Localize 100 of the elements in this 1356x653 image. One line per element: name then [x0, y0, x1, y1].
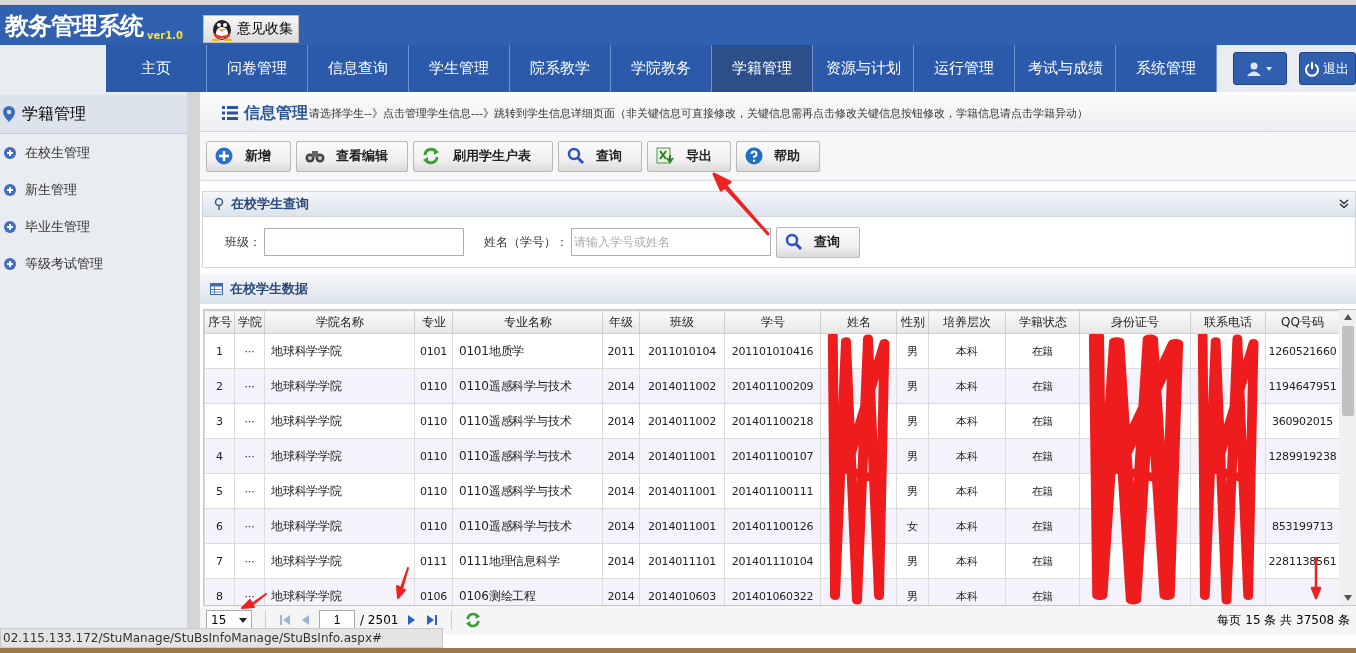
- table-cell: 在籍: [1005, 438, 1080, 474]
- table-cell: 在籍: [1005, 333, 1080, 369]
- toolbar-button[interactable]: 新增: [206, 140, 291, 172]
- table-cell: 男: [896, 403, 929, 439]
- table-cell: 3: [204, 403, 235, 439]
- table-cell: 0110遥感科学与技术: [452, 508, 603, 544]
- sidebar-title: 学籍管理: [22, 103, 86, 125]
- annotation-arrow: [396, 567, 409, 599]
- text-field[interactable]: 请输入学号或姓名: [571, 228, 771, 256]
- table-cell: 本科: [928, 508, 1006, 544]
- table-cell: 在籍: [1005, 508, 1080, 544]
- sidebar-item[interactable]: 毕业生管理: [0, 208, 187, 245]
- toolbar-button[interactable]: 帮助: [736, 140, 820, 172]
- scrollbar[interactable]: [1339, 310, 1356, 605]
- table-cell: 0110遥感科学与技术: [452, 473, 603, 509]
- column-header[interactable]: QQ号码: [1265, 310, 1339, 334]
- annotation-arrow: [712, 172, 770, 236]
- first-page-icon[interactable]: [279, 614, 291, 626]
- table-cell: ···: [234, 403, 265, 439]
- table-cell: 201401100218: [724, 403, 821, 439]
- table-cell: 2014011001: [639, 473, 725, 509]
- column-header[interactable]: 联系电话: [1190, 310, 1266, 334]
- table-cell: 本科: [928, 543, 1006, 579]
- feedback-button[interactable]: 意见收集: [202, 15, 299, 43]
- table-cell: 本科: [928, 438, 1006, 474]
- search-button[interactable]: 查询: [776, 226, 860, 258]
- column-header[interactable]: 学籍状态: [1005, 310, 1080, 334]
- plus-circle-icon: [4, 146, 16, 159]
- column-header[interactable]: 专业名称: [452, 310, 603, 334]
- table-cell: 在籍: [1005, 543, 1080, 579]
- table-cell: 201401100126: [724, 508, 821, 544]
- column-header[interactable]: 性别: [896, 310, 929, 334]
- column-header[interactable]: 年级: [602, 310, 640, 334]
- user-menu-button[interactable]: [1233, 52, 1287, 85]
- table-cell: 8: [204, 578, 235, 605]
- sidebar-item[interactable]: 等级考试管理: [0, 245, 187, 282]
- table-cell: ···: [234, 473, 265, 509]
- table-cell: 本科: [928, 578, 1006, 605]
- table-cell: 地球科学学院: [264, 368, 415, 404]
- table-cell: 在籍: [1005, 403, 1080, 439]
- table-cell: 2014011101: [639, 543, 725, 579]
- table-cell: 在籍: [1005, 473, 1080, 509]
- toolbar-button[interactable]: 查询: [558, 140, 642, 172]
- previous-page-icon[interactable]: [300, 614, 310, 626]
- page-title: 信息管理: [244, 102, 308, 124]
- page-size-select[interactable]: 15: [206, 610, 252, 630]
- toolbar-button[interactable]: 导出: [647, 140, 731, 172]
- help-icon: [745, 147, 763, 165]
- sidebar-item[interactable]: 新生管理: [0, 171, 187, 208]
- panel-title: 在校学生查询: [231, 195, 309, 213]
- plus-circle-icon: [4, 183, 16, 196]
- column-header[interactable]: 序号: [204, 310, 235, 334]
- table-cell: 0106测绘工程: [452, 578, 603, 605]
- column-header[interactable]: 身份证号: [1079, 310, 1191, 334]
- spreadsheet-export-icon: [656, 147, 676, 165]
- table-cell: 5: [204, 473, 235, 509]
- table-cell: 本科: [928, 473, 1006, 509]
- table-cell: 2011010104: [639, 333, 725, 369]
- toolbar-button[interactable]: 查看编辑: [296, 140, 408, 172]
- nav-tab[interactable]: 学籍管理: [712, 45, 813, 92]
- table-cell: ···: [234, 543, 265, 579]
- record-summary: 每页 15 条 共 37508 条: [1217, 611, 1350, 629]
- table-cell: 男: [896, 473, 929, 509]
- filter-icon: [214, 198, 224, 210]
- table-cell: 201401100111: [724, 473, 821, 509]
- table-cell: 地球科学学院: [264, 403, 415, 439]
- column-header[interactable]: 姓名: [820, 310, 897, 334]
- plus-circle-icon: [4, 220, 16, 233]
- table-cell: 1194647951: [1265, 368, 1339, 404]
- scroll-down-icon[interactable]: [1343, 595, 1352, 601]
- toolbar-button[interactable]: 刷用学生户表: [413, 140, 553, 172]
- table-icon: [210, 283, 223, 295]
- column-header[interactable]: 学院: [234, 310, 265, 334]
- scroll-thumb[interactable]: [1341, 326, 1354, 416]
- column-header[interactable]: 学号: [724, 310, 821, 334]
- field-label: 姓名（学号）：: [484, 233, 568, 251]
- page-number-field[interactable]: 1: [319, 610, 355, 630]
- list-icon: [222, 106, 238, 120]
- table-cell: 0110遥感科学与技术: [452, 403, 603, 439]
- table-cell: 0111: [414, 543, 453, 579]
- plus-circle-icon: [215, 147, 233, 165]
- logout-button[interactable]: 退出: [1299, 52, 1356, 85]
- column-header[interactable]: 专业: [414, 310, 453, 334]
- refresh-icon: [422, 147, 440, 165]
- column-header[interactable]: 班级: [639, 310, 725, 334]
- table-cell: ···: [234, 333, 265, 369]
- plus-circle-icon: [4, 257, 16, 270]
- column-header[interactable]: 学院名称: [264, 310, 415, 334]
- text-field[interactable]: [264, 228, 464, 256]
- scroll-up-icon[interactable]: [1343, 314, 1352, 320]
- table-cell: 本科: [928, 333, 1006, 369]
- refresh-icon[interactable]: [465, 612, 482, 628]
- table-cell: 1289919238: [1265, 438, 1339, 474]
- last-page-icon[interactable]: [426, 614, 439, 626]
- sidebar-item[interactable]: 在校生管理: [0, 134, 187, 171]
- column-header[interactable]: 培养层次: [928, 310, 1006, 334]
- collapse-icon[interactable]: [1339, 199, 1349, 209]
- table-cell: 853199713: [1265, 508, 1339, 544]
- table-cell: 地球科学学院: [264, 333, 415, 369]
- page-count: / 2501: [360, 613, 399, 627]
